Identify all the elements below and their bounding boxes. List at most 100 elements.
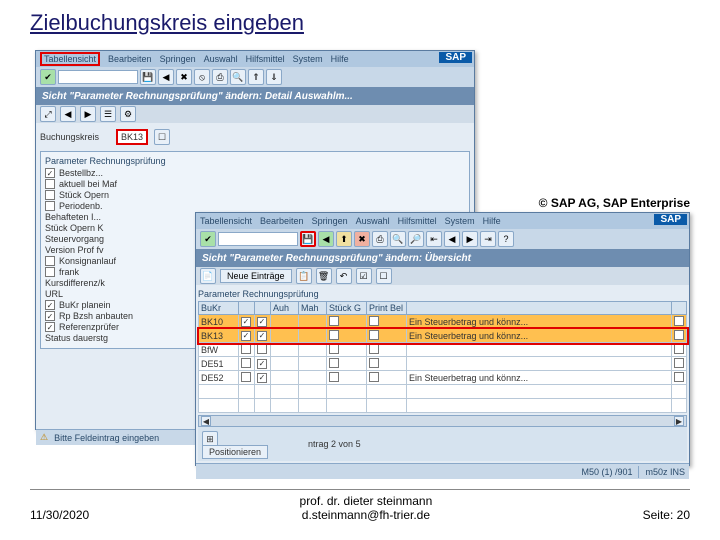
menu-item-table-view[interactable]: Tabellensicht [40,52,100,66]
col-ck2[interactable] [255,302,271,315]
menu-item-goto[interactable]: Springen [160,54,196,64]
table-row[interactable]: BK10✓✓Ein Steuerbetrag und könnz... [199,315,687,329]
menu-item-selection[interactable]: Auswahl [356,216,390,226]
horiz-scrollbar[interactable]: ◀ ▶ [198,415,687,427]
checkbox[interactable]: ✓ [45,300,55,310]
col-print[interactable]: Print Bel [367,302,407,315]
undo-icon[interactable]: ↶ [336,268,352,284]
check-label: Version Prof fv [45,245,104,255]
menu-item-utilities[interactable]: Hilfsmittel [246,54,285,64]
save-icon[interactable]: 💾 [140,69,156,85]
save-icon[interactable]: 💾 [300,231,316,247]
table-row[interactable]: DE52✓Ein Steuerbetrag und könnz... [199,371,687,385]
copy-icon[interactable]: 📋 [296,268,312,284]
exit-icon[interactable]: ✖ [176,69,192,85]
footer-page: Seite: 20 [643,508,690,522]
list-icon[interactable]: ☰ [100,106,116,122]
table-row[interactable] [199,399,687,413]
menu-item-utilities[interactable]: Hilfsmittel [398,216,437,226]
check-label: Rp Bzsh anbauten [59,311,133,321]
app-toolbar: 📄 Neue Einträge 📋 🗑 ↶ ☑ ☐ [196,267,689,285]
print-icon[interactable]: ⎙ [212,69,228,85]
check-label: Konsignanlauf [59,256,116,266]
menu-item-help[interactable]: Hilfe [483,216,501,226]
cancel-icon[interactable]: ✖ [354,231,370,247]
prev-page-icon[interactable]: ◀ [444,231,460,247]
table-row[interactable] [199,385,687,399]
menu-item-system[interactable]: System [445,216,475,226]
field-company-code[interactable]: BK13 [116,129,148,145]
command-field[interactable] [218,232,298,246]
command-field[interactable] [58,70,138,84]
page-down-icon[interactable]: ⇓ [266,69,282,85]
menu-item-edit[interactable]: Bearbeiten [108,54,152,64]
checkbox[interactable] [45,190,55,200]
back-icon[interactable]: ◀ [318,231,334,247]
col-last[interactable] [672,302,687,315]
col-auh[interactable]: Auh [271,302,299,315]
menu-item-system[interactable]: System [293,54,323,64]
delete-icon[interactable]: 🗑 [316,268,332,284]
checkbox[interactable]: ✓ [45,311,55,321]
print-icon[interactable]: ⎙ [372,231,388,247]
sap-window-overview: Tabellensicht Bearbeiten Springen Auswah… [195,212,690,466]
checkbox[interactable] [45,179,55,189]
table-row-selected[interactable]: BK13✓✓Ein Steuerbetrag und könnz... [199,329,687,343]
exit-icon[interactable]: ⬆ [336,231,352,247]
col-bukr[interactable]: BuKr [199,302,239,315]
enter-icon[interactable]: ✔ [40,69,56,85]
menubar[interactable]: Tabellensicht Bearbeiten Springen Auswah… [36,51,474,67]
statusbar: M50 (1) /901 m50z INS [196,463,689,479]
col-desc[interactable] [407,302,672,315]
check-label: Stück Opern [59,190,109,200]
group-header: Parameter Rechnungsprüfung [198,287,687,301]
sap-logo: SAP [654,214,687,225]
find-icon[interactable]: 🔍 [230,69,246,85]
menu-item-edit[interactable]: Bearbeiten [260,216,304,226]
page-up-icon[interactable]: ⇑ [248,69,264,85]
check-label: URL [45,289,63,299]
position-button[interactable]: Positionieren [202,445,268,459]
vars-icon[interactable]: ⚙ [120,106,136,122]
next-page-icon[interactable]: ▶ [462,231,478,247]
next-icon[interactable]: ▶ [80,106,96,122]
deselect-icon[interactable]: ☐ [376,268,392,284]
col-mah[interactable]: Mah [299,302,327,315]
table-row[interactable]: BfW [199,343,687,357]
findnext-icon[interactable]: 🔎 [408,231,424,247]
menu-item-selection[interactable]: Auswahl [204,54,238,64]
checkbox[interactable] [45,201,55,211]
last-page-icon[interactable]: ⇥ [480,231,496,247]
checkbox[interactable] [45,256,55,266]
checkbox[interactable]: ✓ [45,322,55,332]
scroll-left-icon[interactable]: ◀ [201,416,211,426]
col-stueck[interactable]: Stück G [327,302,367,315]
enter-icon[interactable]: ✔ [200,231,216,247]
checkbox[interactable] [45,267,55,277]
value-help-icon[interactable]: ☐ [154,129,170,145]
menubar[interactable]: Tabellensicht Bearbeiten Springen Auswah… [196,213,689,229]
detail-icon[interactable]: 📄 [200,268,216,284]
cancel-icon[interactable]: ⦸ [194,69,210,85]
menu-item-help[interactable]: Hilfe [331,54,349,64]
checkbox[interactable]: ✓ [45,168,55,178]
help-icon[interactable]: ? [498,231,514,247]
menu-item-goto[interactable]: Springen [312,216,348,226]
expand-icon[interactable]: ⤢ [40,106,56,122]
col-ck1[interactable] [239,302,255,315]
data-table[interactable]: BuKr Auh Mah Stück G Print Bel BK10✓✓Ein… [198,301,687,413]
check-label: Referenzprüfer [59,322,119,332]
menu-item-table-view[interactable]: Tabellensicht [200,216,252,226]
window-title: Sicht "Parameter Rechnungsprüfung" änder… [36,87,474,105]
select-all-icon[interactable]: ☑ [356,268,372,284]
check-label: BuKr planein [59,300,111,310]
back-icon[interactable]: ◀ [158,69,174,85]
scroll-right-icon[interactable]: ▶ [674,416,684,426]
first-page-icon[interactable]: ⇤ [426,231,442,247]
group-header: Parameter Rechnungsprüfung [45,156,465,166]
table-row[interactable]: DE51✓ [199,357,687,371]
prev-icon[interactable]: ◀ [60,106,76,122]
find-icon[interactable]: 🔍 [390,231,406,247]
app-toolbar: ⤢ ◀ ▶ ☰ ⚙ [36,105,474,123]
new-entries-button[interactable]: Neue Einträge [220,269,292,283]
